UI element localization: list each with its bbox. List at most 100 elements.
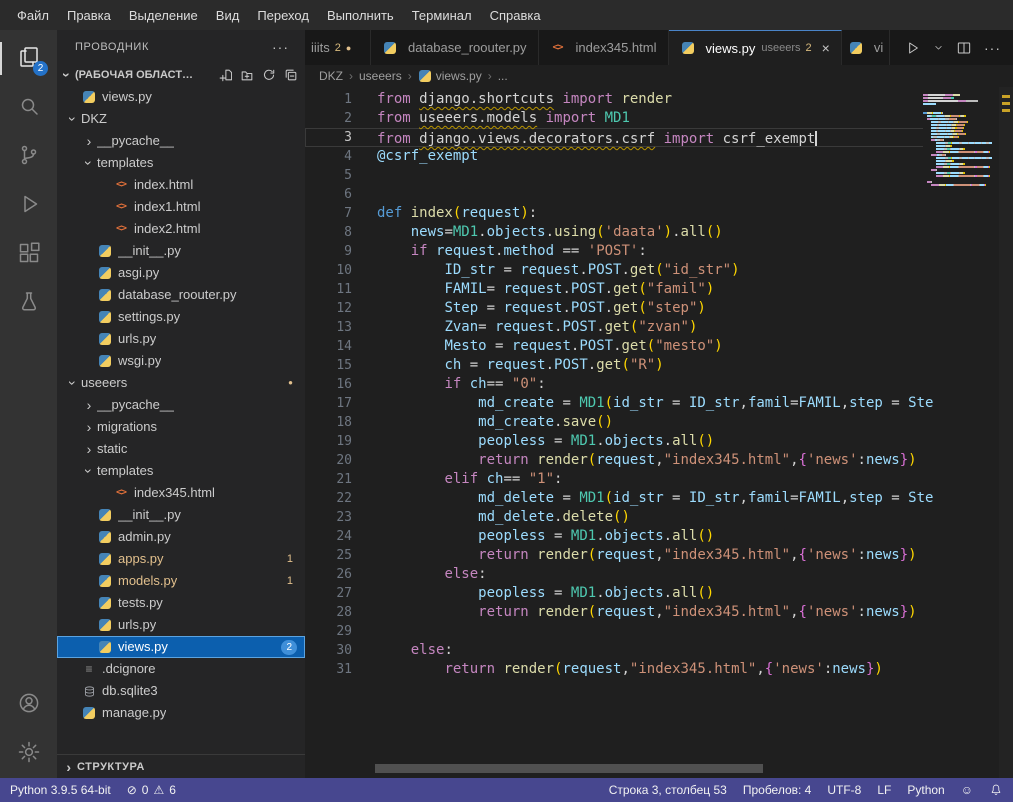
code-line-11[interactable]: 11 FAMIL= request.POST.get("famil") [305, 280, 1013, 299]
notifications-bell-icon[interactable] [989, 783, 1003, 797]
tree-file-wsgi.py[interactable]: wsgi.py [57, 350, 305, 372]
code-line-23[interactable]: 23 md_delete.delete() [305, 508, 1013, 527]
tree-file-models.py[interactable]: models.py1 [57, 570, 305, 592]
code-line-3[interactable]: 3from django.views.decorators.csrf impor… [305, 128, 1013, 147]
tree-file-__init__.py[interactable]: __init__.py [57, 504, 305, 526]
activity-testing-button[interactable] [0, 279, 57, 328]
refresh-icon[interactable] [261, 67, 277, 83]
language-mode-status[interactable]: Python [907, 783, 944, 797]
tree-file-urls.py[interactable]: urls.py [57, 614, 305, 636]
code-line-31[interactable]: 31 return render(request,"index345.html"… [305, 660, 1013, 679]
more-actions-button[interactable]: ··· [984, 40, 1001, 56]
split-editor-button[interactable] [956, 40, 972, 56]
code-line-15[interactable]: 15 ch = request.POST.get("R") [305, 356, 1013, 375]
menu-item-5[interactable]: Выполнить [318, 4, 403, 27]
menu-item-7[interactable]: Справка [481, 4, 550, 27]
tree-file-urls.py[interactable]: urls.py [57, 328, 305, 350]
activity-search-button[interactable] [0, 83, 57, 132]
tree-folder-DKZ[interactable]: ›DKZ [57, 108, 305, 130]
tab-index345[interactable]: <>index345.html [539, 30, 669, 65]
activity-explorer-button[interactable]: 2 [0, 34, 57, 83]
code-line-29[interactable]: 29 [305, 622, 1013, 641]
code-line-4[interactable]: 4@csrf_exempt [305, 147, 1013, 166]
tree-file-db.sqlite3[interactable]: db.sqlite3 [57, 680, 305, 702]
outline-section-header[interactable]: › СТРУКТУРА [57, 754, 305, 778]
code-line-9[interactable]: 9 if request.method == 'POST': [305, 242, 1013, 261]
tree-file-__init__.py[interactable]: __init__.py [57, 240, 305, 262]
tree-file-index1.html[interactable]: <>index1.html [57, 196, 305, 218]
code-line-24[interactable]: 24 peopless = MD1.objects.all() [305, 527, 1013, 546]
code-line-7[interactable]: 7def index(request): [305, 204, 1013, 223]
run-dropdown-icon[interactable] [933, 42, 944, 53]
code-line-12[interactable]: 12 Step = request.POST.get("step") [305, 299, 1013, 318]
breadcrumb-item[interactable]: ... [498, 69, 508, 83]
menu-item-2[interactable]: Выделение [120, 4, 207, 27]
code-line-22[interactable]: 22 md_delete = MD1(id_str = ID_str,famil… [305, 489, 1013, 508]
collapse-all-icon[interactable] [283, 67, 299, 83]
run-button[interactable] [905, 40, 921, 56]
code-line-14[interactable]: 14 Mesto = request.POST.get("mesto") [305, 337, 1013, 356]
new-file-icon[interactable] [217, 67, 233, 83]
code-line-6[interactable]: 6 [305, 185, 1013, 204]
minimap[interactable] [923, 87, 999, 187]
menu-item-0[interactable]: Файл [8, 4, 58, 27]
breadcrumb-item[interactable]: DKZ [319, 69, 343, 83]
problems-status[interactable]: ⊘ 0 ⚠ 6 [127, 783, 176, 797]
close-tab-icon[interactable]: × [822, 40, 830, 56]
tree-folder-templates[interactable]: ›templates [57, 460, 305, 482]
code-line-27[interactable]: 27 peopless = MD1.objects.all() [305, 584, 1013, 603]
tree-file-apps.py[interactable]: apps.py1 [57, 548, 305, 570]
eol-status[interactable]: LF [877, 783, 891, 797]
tree-file-index.html[interactable]: <>index.html [57, 174, 305, 196]
tab-partial-right[interactable]: vi [842, 30, 890, 65]
tree-folder-useeers[interactable]: ›useeers● [57, 372, 305, 394]
code-line-13[interactable]: 13 Zvan= request.POST.get("zvan") [305, 318, 1013, 337]
code-line-28[interactable]: 28 return render(request,"index345.html"… [305, 603, 1013, 622]
code-line-8[interactable]: 8 news=MD1.objects.using('daata').all() [305, 223, 1013, 242]
tree-file-index345.html[interactable]: <>index345.html [57, 482, 305, 504]
code-line-30[interactable]: 30 else: [305, 641, 1013, 660]
tree-file-index2.html[interactable]: <>index2.html [57, 218, 305, 240]
code-line-5[interactable]: 5 [305, 166, 1013, 185]
tree-file-manage.py[interactable]: manage.py [57, 702, 305, 724]
menu-item-4[interactable]: Переход [248, 4, 318, 27]
code-line-20[interactable]: 20 return render(request,"index345.html"… [305, 451, 1013, 470]
code-editor[interactable]: 1from django.shortcuts import render2fro… [305, 87, 1013, 778]
tree-file-views.py[interactable]: views.py [57, 86, 305, 108]
activity-settings-button[interactable] [0, 729, 57, 778]
code-line-25[interactable]: 25 return render(request,"index345.html"… [305, 546, 1013, 565]
activity-account-button[interactable] [0, 680, 57, 729]
menu-item-3[interactable]: Вид [207, 4, 249, 27]
code-line-18[interactable]: 18 md_create.save() [305, 413, 1013, 432]
code-line-16[interactable]: 16 if ch== "0": [305, 375, 1013, 394]
tree-file-tests.py[interactable]: tests.py [57, 592, 305, 614]
tree-file-.dcignore[interactable]: ≡.dcignore [57, 658, 305, 680]
horizontal-scrollbar[interactable] [375, 764, 763, 773]
code-line-1[interactable]: 1from django.shortcuts import render [305, 90, 1013, 109]
tree-folder-__pycache__[interactable]: ›__pycache__ [57, 394, 305, 416]
code-line-17[interactable]: 17 md_create = MD1(id_str = ID_str,famil… [305, 394, 1013, 413]
encoding-status[interactable]: UTF-8 [827, 783, 861, 797]
activity-source-control-button[interactable] [0, 132, 57, 181]
code-line-19[interactable]: 19 peopless = MD1.objects.all() [305, 432, 1013, 451]
tab-views[interactable]: views.pyuseeers2× [669, 30, 842, 65]
breadcrumb-item[interactable]: useeers [359, 69, 402, 83]
tab-partial-left[interactable]: iiits2● [305, 30, 371, 65]
code-line-10[interactable]: 10 ID_str = request.POST.get("id_str") [305, 261, 1013, 280]
tree-folder-static[interactable]: ›static [57, 438, 305, 460]
code-line-21[interactable]: 21 elif ch== "1": [305, 470, 1013, 489]
tab-database_roouter[interactable]: database_roouter.py [371, 30, 539, 65]
cursor-position-status[interactable]: Строка 3, столбец 53 [609, 783, 727, 797]
tree-file-admin.py[interactable]: admin.py [57, 526, 305, 548]
tree-folder-__pycache__[interactable]: ›__pycache__ [57, 130, 305, 152]
vertical-scrollbar[interactable] [999, 87, 1013, 778]
tree-folder-templates[interactable]: ›templates [57, 152, 305, 174]
tree-file-database_roouter.py[interactable]: database_roouter.py [57, 284, 305, 306]
tree-file-asgi.py[interactable]: asgi.py [57, 262, 305, 284]
feedback-smiley-icon[interactable]: ☺ [961, 783, 973, 797]
activity-run-debug-button[interactable] [0, 181, 57, 230]
code-line-2[interactable]: 2from useeers.models import MD1 [305, 109, 1013, 128]
activity-extensions-button[interactable] [0, 230, 57, 279]
explorer-more-actions-button[interactable]: ··· [272, 39, 289, 55]
new-folder-icon[interactable] [239, 67, 255, 83]
